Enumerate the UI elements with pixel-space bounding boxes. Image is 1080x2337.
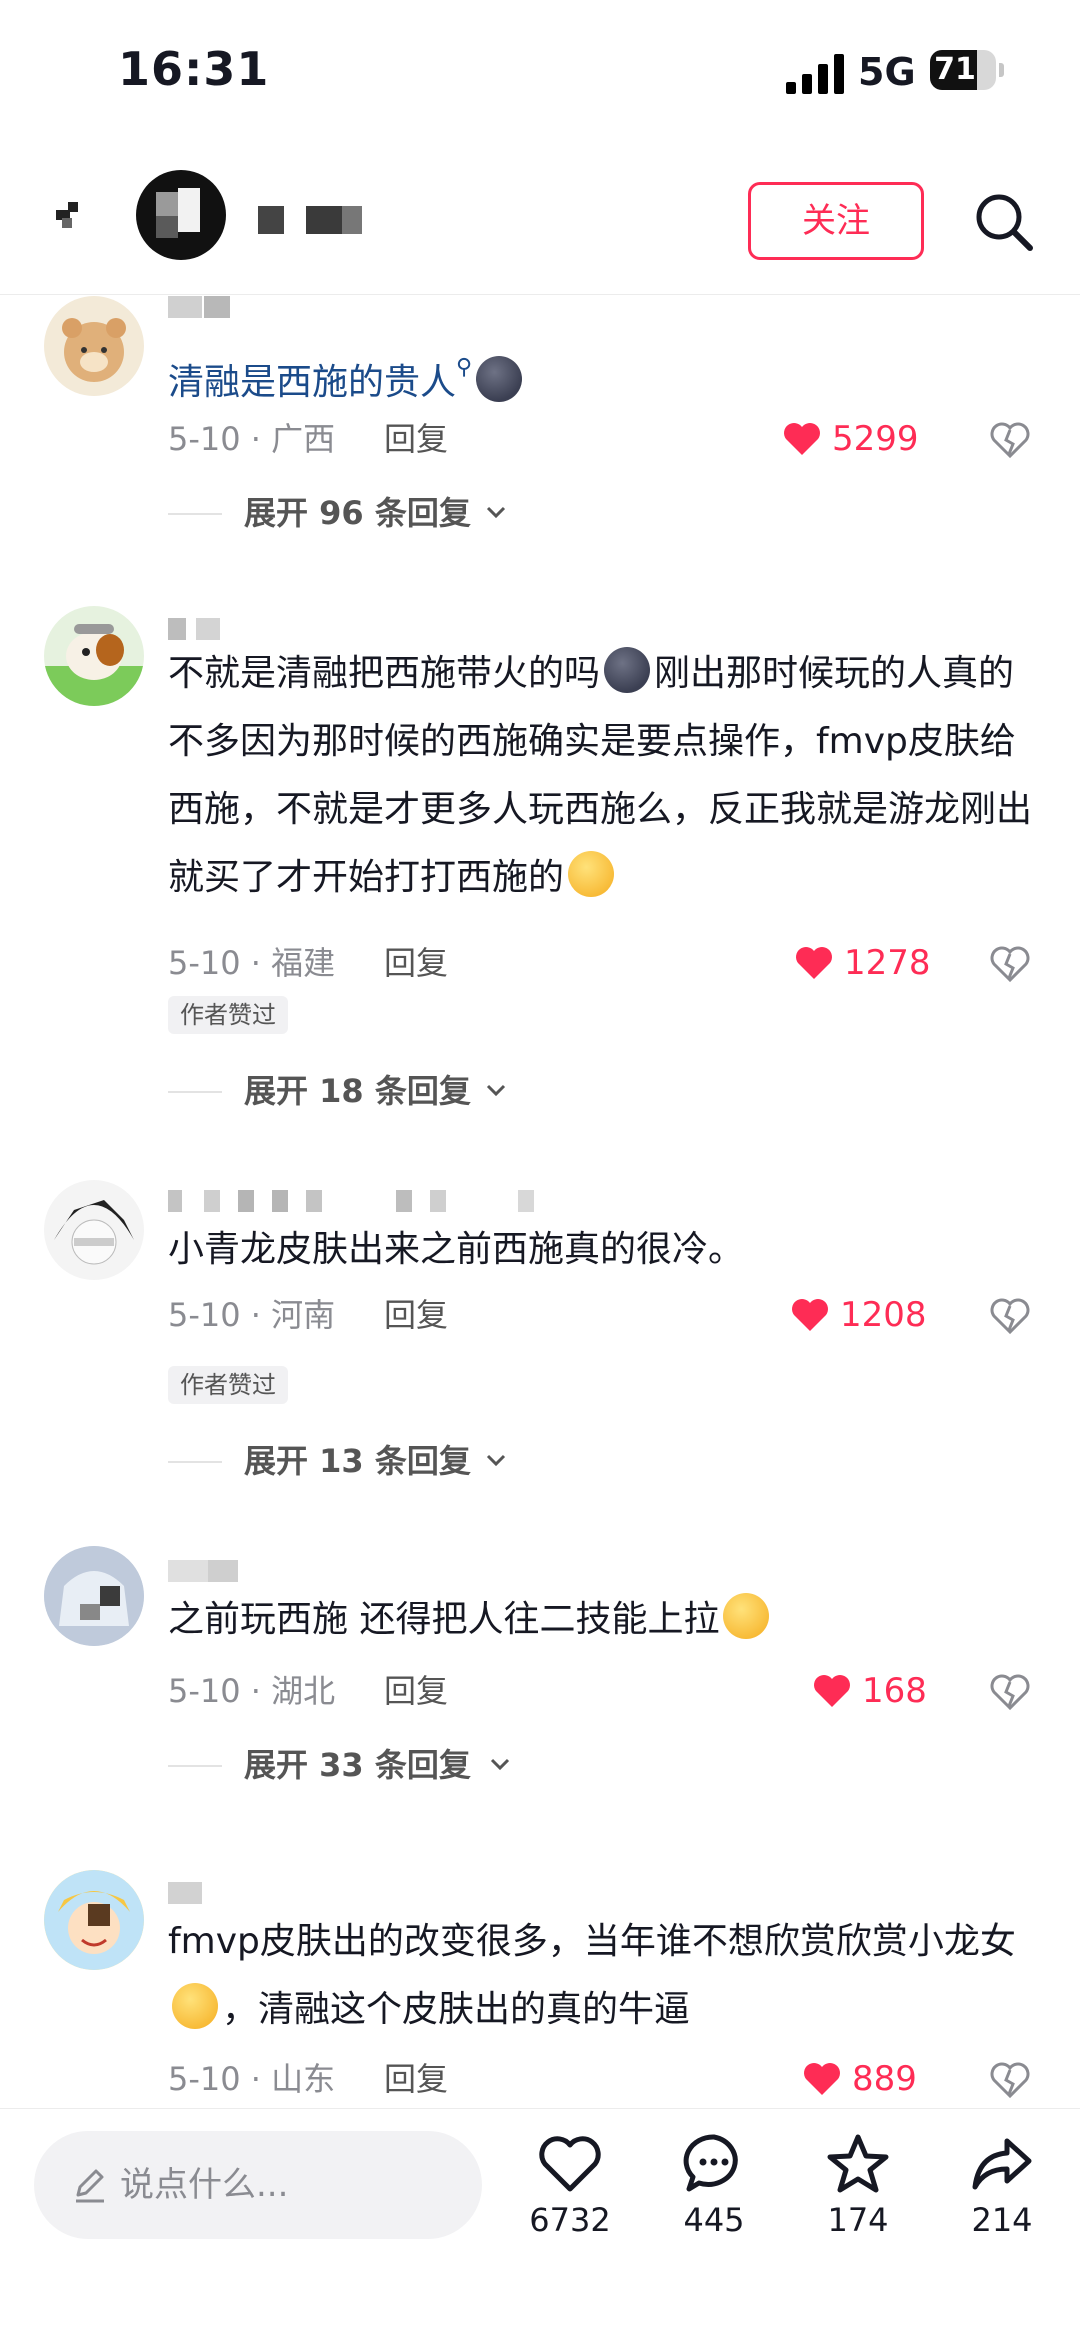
pencil-icon xyxy=(76,2169,104,2203)
like-count: 1208 xyxy=(840,1295,927,1335)
chevron-down-icon xyxy=(486,506,506,519)
favorite-count-total: 174 xyxy=(827,2201,889,2239)
commenter-avatar[interactable] xyxy=(44,1870,144,1970)
broken-heart-icon[interactable] xyxy=(988,2058,1032,2102)
author-name-redacted[interactable] xyxy=(258,206,368,234)
moon-emoji-icon xyxy=(476,356,523,402)
heart-icon xyxy=(539,2136,601,2192)
comment-date-location: 5-10 · 河南 xyxy=(168,1296,336,1334)
share-count-total: 214 xyxy=(971,2201,1033,2239)
expand-replies-label: 展开 18 条回复 xyxy=(244,1072,471,1110)
like-count: 889 xyxy=(852,2059,917,2099)
comment-text-part: 清融是西施的贵人 xyxy=(168,362,457,403)
back-icon[interactable] xyxy=(48,188,98,248)
comment-action[interactable]: 445 xyxy=(654,2129,774,2239)
comment-meta: 5-10 · 广西 回复 5299 xyxy=(168,414,1048,464)
crying-laugh-emoji-icon xyxy=(172,1983,218,2029)
moon-emoji-icon xyxy=(604,647,651,693)
favorite-action[interactable]: 174 xyxy=(798,2129,918,2239)
comment-date-location: 5-10 · 广西 xyxy=(168,420,336,458)
heart-icon xyxy=(784,423,820,455)
commenter-avatar[interactable] xyxy=(44,1546,144,1646)
reply-button[interactable]: 回复 xyxy=(384,2054,448,2104)
like-button[interactable]: 168 xyxy=(810,1666,927,1716)
follow-button[interactable]: 关注 xyxy=(748,182,924,260)
expand-replies-label: 展开 96 条回复 xyxy=(244,494,471,532)
like-button[interactable]: 1278 xyxy=(792,938,931,988)
heart-icon xyxy=(796,947,832,979)
expand-replies[interactable]: 展开 33 条回复 xyxy=(168,1740,510,1790)
battery-level: 71 xyxy=(934,52,976,87)
heart-icon xyxy=(792,1299,828,1331)
smile-emoji-icon xyxy=(723,1593,770,1639)
reply-button[interactable]: 回复 xyxy=(384,1290,448,1340)
reply-button[interactable]: 回复 xyxy=(384,1666,448,1716)
heart-icon xyxy=(814,1675,850,1707)
broken-heart-icon[interactable] xyxy=(988,942,1032,986)
commenter-avatar[interactable] xyxy=(44,296,144,396)
comment-date-location: 5-10 · 福建 xyxy=(168,944,336,982)
sad-face-emoji-icon xyxy=(568,851,615,897)
chevron-down-icon xyxy=(490,1758,510,1771)
comment-text: 小青龙皮肤出来之前西施真的很冷。 xyxy=(168,1216,1048,1284)
like-count: 1278 xyxy=(844,943,931,983)
like-count-total: 6732 xyxy=(529,2201,611,2239)
comment-count-total: 445 xyxy=(683,2201,745,2239)
reply-button[interactable]: 回复 xyxy=(384,938,448,988)
author-liked-badge: 作者赞过 xyxy=(168,1366,288,1404)
status-bar: 16:31 5G 71 xyxy=(0,0,1080,140)
commenter-avatar[interactable] xyxy=(44,606,144,706)
like-count: 5299 xyxy=(832,419,919,459)
comment-input-placeholder: 说点什么... xyxy=(120,2165,289,2205)
bottom-bar: 说点什么... 6732 445 174 214 xyxy=(0,2108,1080,2337)
comment-text-part: 之前玩西施 还得把人往二技能上拉 xyxy=(168,1599,720,1640)
like-action[interactable]: 6732 xyxy=(510,2129,630,2239)
expand-replies[interactable]: 展开 96 条回复 xyxy=(168,488,508,538)
comment-date-location: 5-10 · 湖北 xyxy=(168,1672,336,1710)
author-avatar[interactable] xyxy=(136,170,226,260)
star-icon xyxy=(827,2134,889,2193)
status-time: 16:31 xyxy=(118,42,270,96)
share-icon xyxy=(972,2138,1032,2190)
comment-input[interactable]: 说点什么... xyxy=(34,2131,482,2239)
comment-date-location: 5-10 · 山东 xyxy=(168,2060,336,2098)
comment-text: 不就是清融把西施带火的吗 刚出那时候玩的人真的不多因为那时候的西施确实是要点操作，… xyxy=(168,640,1048,912)
comment-meta: 5-10 · 山东 回复 889 xyxy=(168,2054,1048,2104)
comment-text-part: ，清融这个皮肤出的真的牛逼 xyxy=(222,1989,691,2030)
expand-replies[interactable]: 展开 18 条回复 xyxy=(168,1066,508,1116)
comment-meta: 5-10 · 河南 回复 1208 xyxy=(168,1290,1048,1340)
comment-icon xyxy=(683,2134,738,2192)
search-icon[interactable] xyxy=(972,190,1036,254)
comment-meta: 5-10 · 福建 回复 1278 xyxy=(168,938,1048,988)
share-action[interactable]: 214 xyxy=(942,2129,1062,2239)
heart-icon xyxy=(804,2063,840,2095)
commenter-avatar[interactable] xyxy=(44,1180,144,1280)
broken-heart-icon[interactable] xyxy=(988,1294,1032,1338)
like-button[interactable]: 5299 xyxy=(780,414,919,464)
comment-text-part: 不就是清融把西施带火的吗 xyxy=(168,653,601,694)
comment-meta: 5-10 · 湖北 回复 168 xyxy=(168,1666,1048,1716)
signal-icon xyxy=(786,54,844,94)
comment-text: 之前玩西施 还得把人往二技能上拉 xyxy=(168,1586,1048,1654)
like-button[interactable]: 889 xyxy=(800,2054,917,2104)
reply-button[interactable]: 回复 xyxy=(384,414,448,464)
comment-text: fmvp皮肤出的改变很多，当年谁不想欣赏欣赏小龙女 ，清融这个皮肤出的真的牛逼 xyxy=(168,1908,1048,2044)
battery-icon: 71 xyxy=(930,50,1004,90)
top-nav: 关注 xyxy=(0,160,1080,295)
expand-replies-label: 展开 33 条回复 xyxy=(244,1746,471,1784)
chevron-down-icon xyxy=(486,1454,506,1467)
expand-replies[interactable]: 展开 13 条回复 xyxy=(168,1436,508,1486)
chevron-down-icon xyxy=(486,1084,506,1097)
comment-text: 清融是西施的贵人⚲ xyxy=(168,334,1048,417)
comment-text-part: fmvp皮肤出的改变很多，当年谁不想欣赏欣赏小龙女 xyxy=(168,1921,1016,1962)
broken-heart-icon[interactable] xyxy=(988,418,1032,462)
author-liked-badge: 作者赞过 xyxy=(168,996,288,1034)
like-button[interactable]: 1208 xyxy=(788,1290,927,1340)
network-label: 5G xyxy=(858,50,916,94)
like-count: 168 xyxy=(862,1671,927,1711)
expand-replies-label: 展开 13 条回复 xyxy=(244,1442,471,1480)
search-link-icon[interactable]: ⚲ xyxy=(456,355,472,380)
comment-text-part: 小青龙皮肤出来之前西施真的很冷。 xyxy=(168,1229,745,1270)
broken-heart-icon[interactable] xyxy=(988,1670,1032,1714)
